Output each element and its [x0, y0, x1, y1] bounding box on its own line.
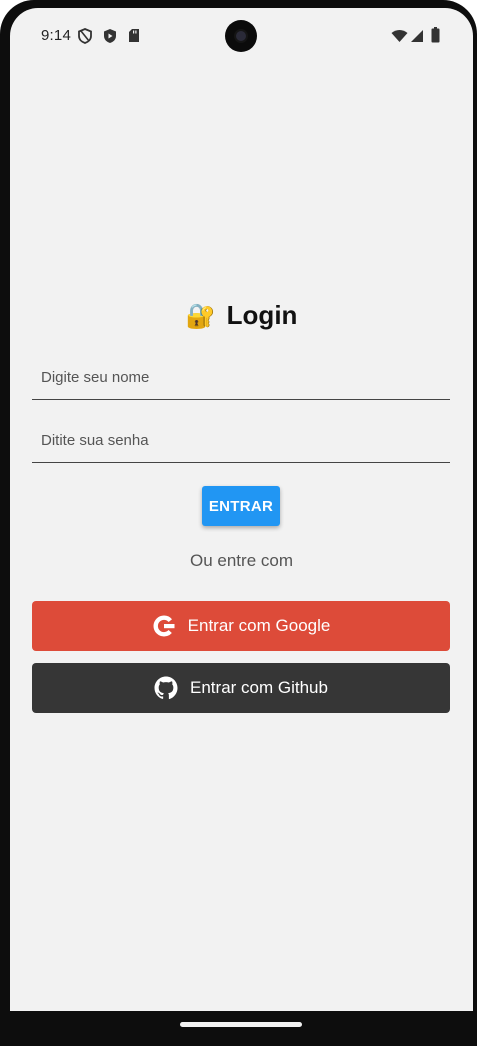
page-title: 🔐 Login	[10, 300, 473, 331]
front-camera	[225, 20, 257, 52]
google-login-button[interactable]: Entrar com Google	[32, 601, 450, 651]
github-login-button[interactable]: Entrar com Github	[32, 663, 450, 713]
github-icon	[154, 676, 178, 700]
sd-card-icon	[128, 28, 140, 48]
home-indicator[interactable]	[180, 1022, 302, 1027]
status-time: 9:14	[41, 27, 71, 44]
password-input[interactable]: Ditite sua senha	[32, 422, 450, 463]
or-login-with-text: Ou entre com	[190, 551, 293, 570]
status-bar: 9:14	[10, 8, 473, 64]
password-input-placeholder: Ditite sua senha	[41, 432, 149, 449]
signal-icon	[410, 29, 424, 48]
name-input[interactable]: Digite seu nome	[32, 359, 450, 400]
device-frame: 9:14 🔐 Login Digite seu nome Ditite sua …	[0, 0, 477, 1046]
github-login-label: Entrar com Github	[190, 678, 328, 697]
vpn-shield-icon	[78, 28, 92, 49]
wifi-icon	[391, 29, 408, 48]
google-icon	[153, 615, 175, 637]
name-input-placeholder: Digite seu nome	[41, 369, 150, 386]
google-login-label: Entrar com Google	[187, 616, 331, 635]
lock-key-icon: 🔐	[185, 303, 216, 330]
play-protect-icon	[103, 28, 117, 49]
enter-button[interactable]: ENTRAR	[202, 486, 280, 526]
battery-icon	[431, 27, 440, 48]
page-title-text: Login	[226, 300, 298, 330]
app-screen: 9:14 🔐 Login Digite seu nome Ditite sua …	[10, 8, 473, 1011]
